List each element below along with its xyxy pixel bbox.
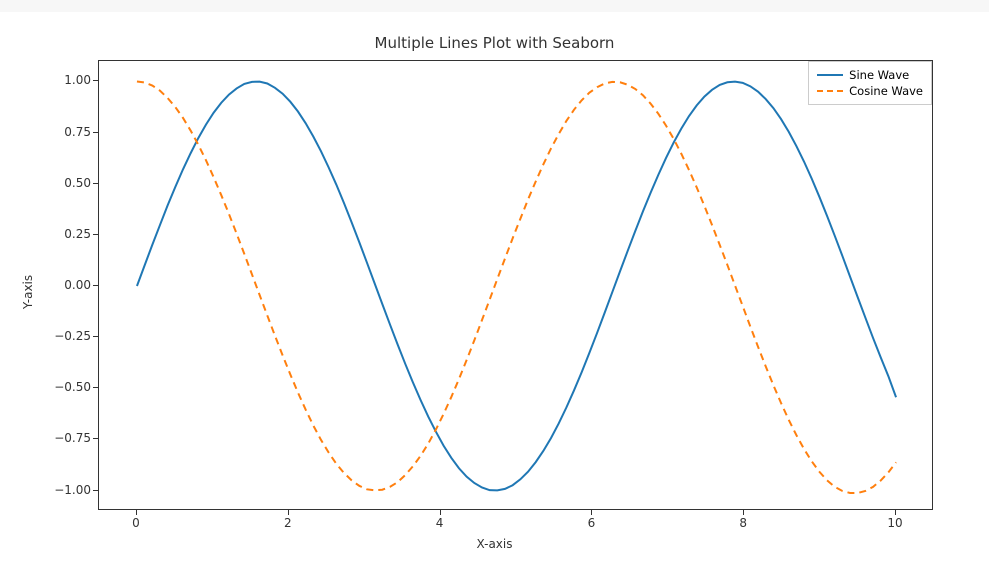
x-tick-label: 6 [588,516,596,530]
x-tick-label: 2 [284,516,292,530]
legend-swatch-cosine [817,90,843,92]
x-tick-label: 4 [436,516,444,530]
x-tick-mark [743,510,744,515]
x-axis-label: X-axis [477,537,513,551]
y-tick-label: 0.50 [64,176,91,190]
legend-item-sine: Sine Wave [817,67,923,83]
x-tick-label: 10 [887,516,902,530]
x-tick-mark [591,510,592,515]
x-tick-mark [136,510,137,515]
y-tick-mark [93,234,98,235]
y-tick-label: −0.50 [54,380,91,394]
y-axis-label: Y-axis [21,274,35,308]
y-tick-mark [93,80,98,81]
legend-swatch-sine [817,74,843,76]
y-tick-mark [93,387,98,388]
x-tick-label: 0 [132,516,140,530]
y-tick-label: 0.75 [64,125,91,139]
y-tick-mark [93,336,98,337]
x-tick-mark [288,510,289,515]
y-tick-label: −1.00 [54,483,91,497]
cosine-wave-line [137,81,896,493]
x-tick-mark [440,510,441,515]
y-tick-mark [93,132,98,133]
sine-wave-line [137,82,896,491]
y-tick-label: 0.25 [64,227,91,241]
y-tick-label: 1.00 [64,73,91,87]
line-plot-svg [99,61,934,511]
plot-area [98,60,933,510]
y-tick-mark [93,438,98,439]
legend-item-cosine: Cosine Wave [817,83,923,99]
y-tick-mark [93,490,98,491]
y-tick-label: 0.00 [64,278,91,292]
x-tick-mark [895,510,896,515]
legend-label-sine: Sine Wave [849,68,909,82]
y-tick-label: −0.75 [54,431,91,445]
y-tick-label: −0.25 [54,329,91,343]
y-tick-mark [93,183,98,184]
chart-title: Multiple Lines Plot with Seaborn [375,34,615,52]
x-tick-label: 8 [739,516,747,530]
chart-container: Multiple Lines Plot with Seaborn Y-axis … [0,0,989,569]
legend-label-cosine: Cosine Wave [849,84,923,98]
y-tick-mark [93,285,98,286]
legend-box: Sine Wave Cosine Wave [808,61,932,105]
